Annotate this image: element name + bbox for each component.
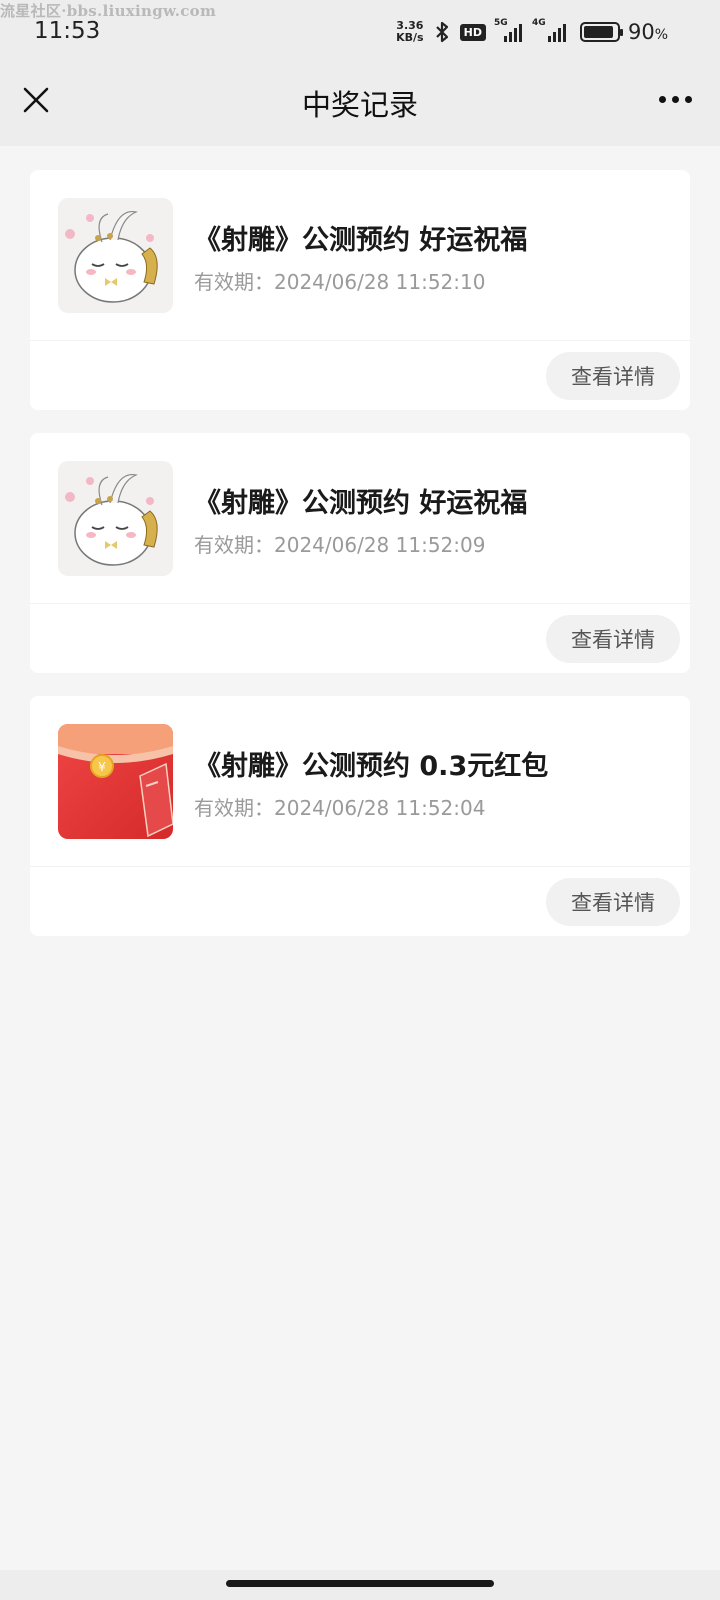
bluetooth-icon: [435, 21, 448, 43]
red-packet-image: ¥: [58, 724, 173, 839]
svg-text:¥: ¥: [98, 760, 106, 774]
more-dots-icon[interactable]: [659, 96, 692, 103]
view-details-button[interactable]: 查看详情: [546, 615, 680, 663]
signal-4g-icon: 4G: [532, 18, 572, 42]
record-validity: 有效期：2024/06/28 11:52:09: [194, 533, 486, 557]
battery-icon: [579, 22, 623, 42]
page-title: 中奖记录: [301, 88, 418, 122]
record-list: 《射雕》公测预约 好运祝福 有效期：2024/06/28 11:52:10 查看…: [30, 170, 690, 959]
record-card: 《射雕》公测预约 好运祝福 有效期：2024/06/28 11:52:10 查看…: [30, 170, 690, 410]
battery-percent: 90%: [627, 20, 668, 44]
signal-5g-icon: 5G: [494, 18, 524, 42]
signal-5g-label: 5G: [493, 18, 508, 28]
network-speed: 3.36 KB/s: [396, 20, 423, 44]
mascot-image: [58, 461, 173, 576]
status-icons: 3.36 KB/s HD 5G 4G 90%: [396, 18, 668, 44]
record-card: 《射雕》公测预约 好运祝福 有效期：2024/06/28 11:52:09 查看…: [30, 433, 690, 673]
mascot-image: [58, 198, 173, 313]
network-speed-unit: KB/s: [396, 31, 424, 44]
watermark: 流星社区·bbs.liuxingw.com: [0, 2, 217, 20]
home-indicator[interactable]: [226, 1580, 494, 1587]
record-title: 《射雕》公测预约 0.3元红包: [194, 751, 549, 782]
record-validity: 有效期：2024/06/28 11:52:04: [194, 796, 486, 820]
nav-bar: 中奖记录: [0, 62, 720, 146]
record-title: 《射雕》公测预约 好运祝福: [194, 225, 528, 256]
signal-4g-label: 4G: [531, 18, 546, 28]
battery-fill: [583, 26, 613, 38]
hd-voice-badge: HD: [459, 23, 486, 41]
record-card: ¥ 《射雕》公测预约 0.3元红包 有效期：2024/06/28 11:52:0…: [30, 696, 690, 936]
record-title: 《射雕》公测预约 好运祝福: [194, 488, 528, 519]
record-validity: 有效期：2024/06/28 11:52:10: [194, 270, 486, 294]
divider: [30, 603, 690, 604]
divider: [30, 340, 690, 341]
divider: [30, 866, 690, 867]
view-details-button[interactable]: 查看详情: [546, 878, 680, 926]
view-details-button[interactable]: 查看详情: [546, 352, 680, 400]
status-time: 11:53: [34, 18, 101, 44]
